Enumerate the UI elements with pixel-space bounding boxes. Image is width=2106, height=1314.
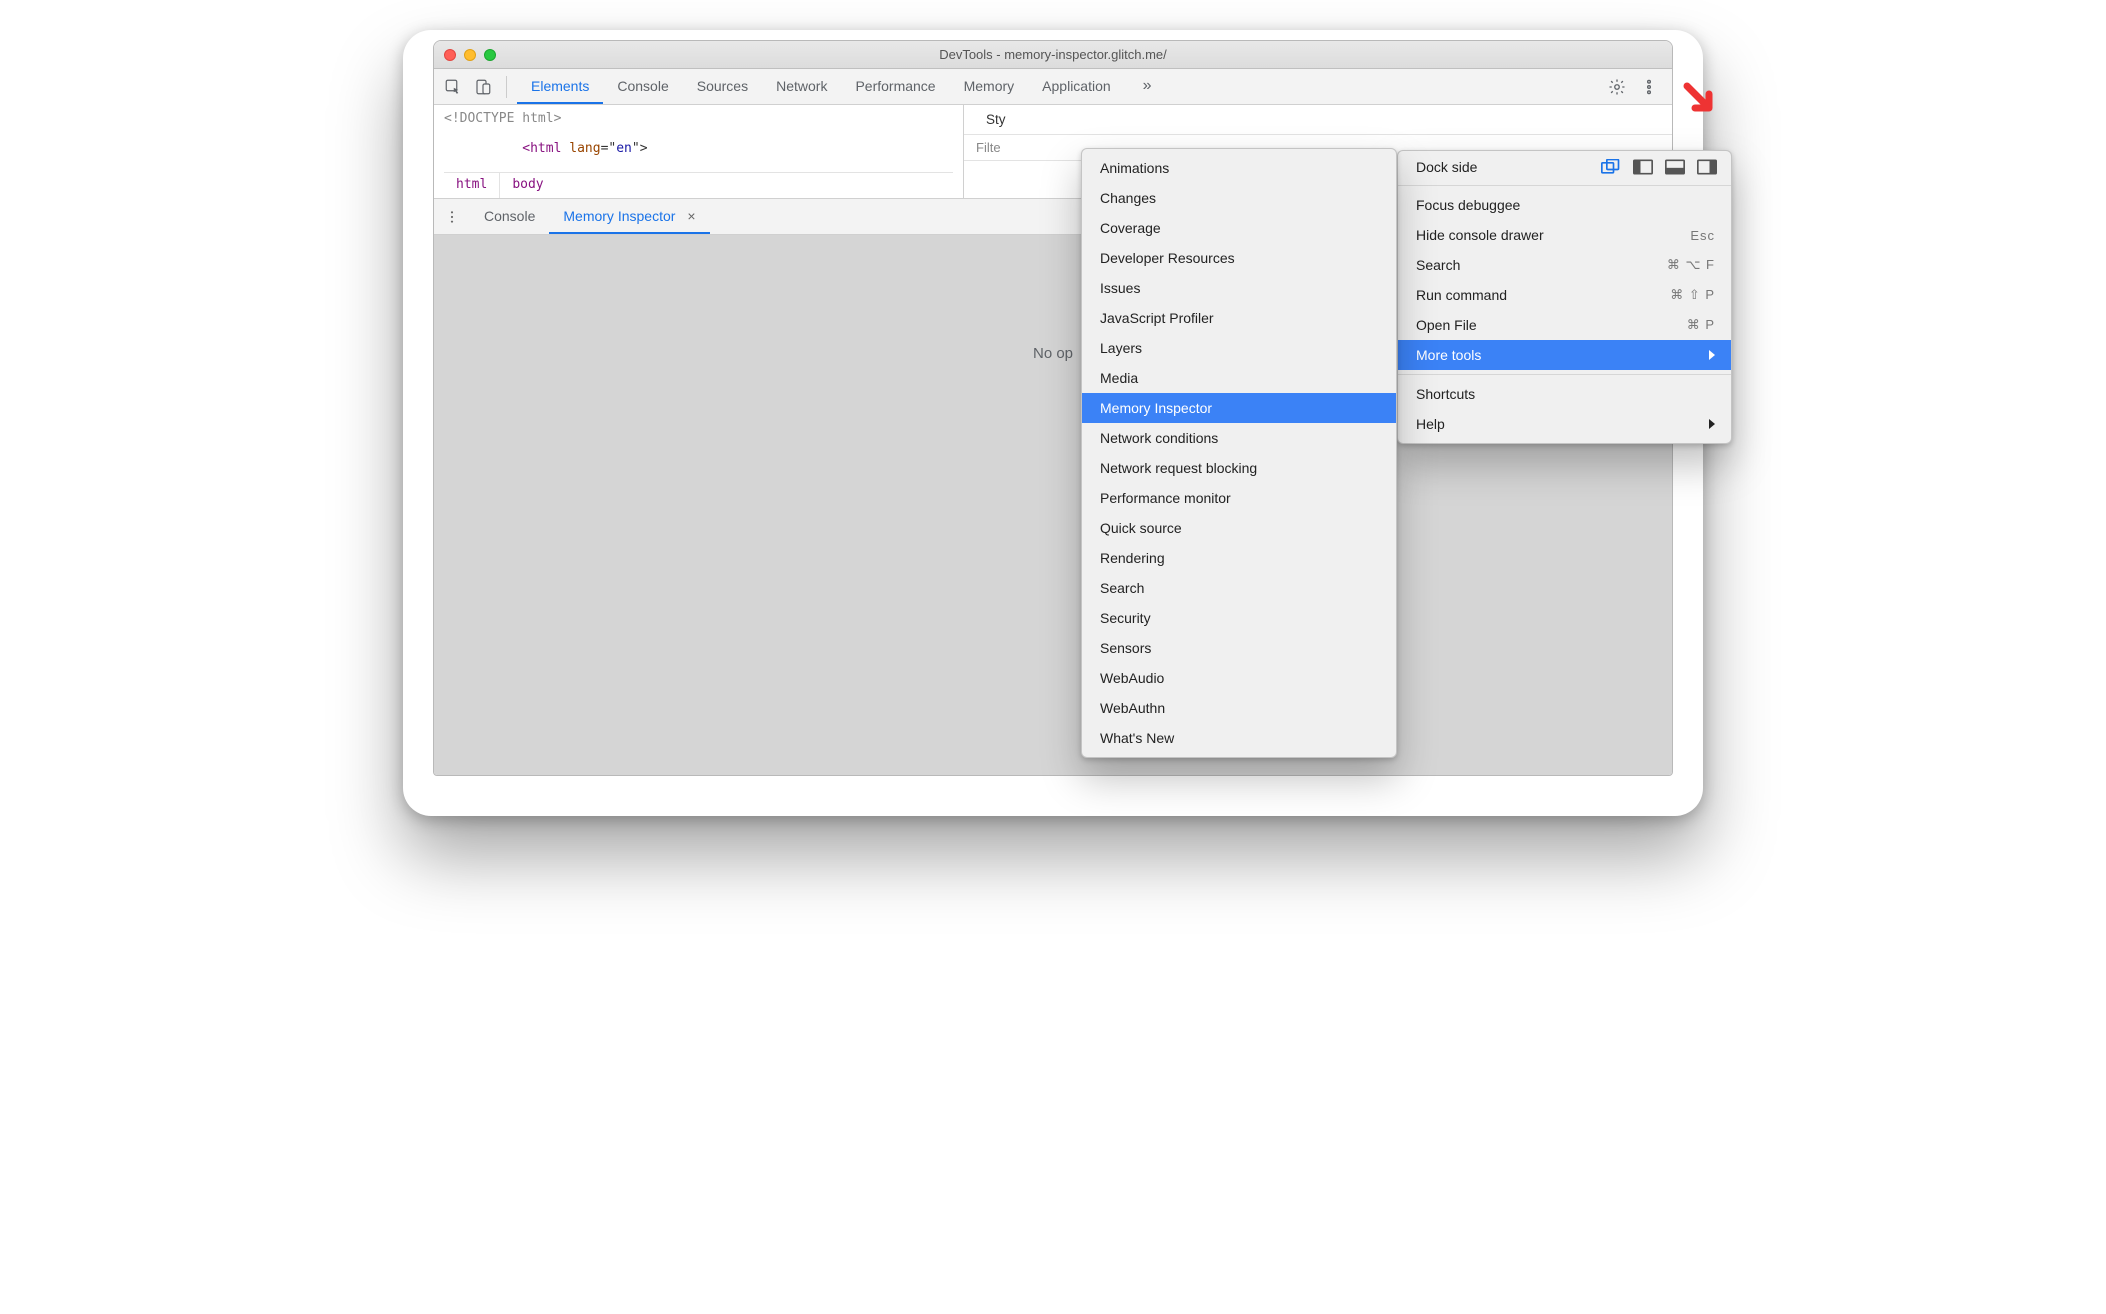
submenu-item-network-request-blocking[interactable]: Network request blocking [1082, 453, 1396, 483]
submenu-item-developer-resources[interactable]: Developer Resources [1082, 243, 1396, 273]
toolbar-divider [506, 76, 507, 98]
panel-tabs: ElementsConsoleSourcesNetworkPerformance… [517, 69, 1125, 104]
submenu-item-media[interactable]: Media [1082, 363, 1396, 393]
styles-tabstrip: Sty [964, 105, 1672, 135]
dock-bottom-icon[interactable] [1665, 159, 1685, 175]
dom-doctype: <!DOCTYPE html> [444, 111, 561, 126]
submenu-item-security[interactable]: Security [1082, 603, 1396, 633]
menu-item-shortcuts[interactable]: Shortcuts [1398, 379, 1731, 409]
annotation-arrow-icon [1681, 80, 1721, 123]
panel-tab-console[interactable]: Console [603, 69, 682, 104]
breadcrumb-html[interactable]: html [444, 173, 499, 198]
panel-tab-performance[interactable]: Performance [841, 69, 949, 104]
menu-separator [1398, 185, 1731, 186]
panel-tab-elements[interactable]: Elements [517, 69, 603, 104]
zoom-window-button[interactable] [484, 49, 496, 61]
dom-breadcrumbs: htmlbody [444, 172, 953, 198]
submenu-item-coverage[interactable]: Coverage [1082, 213, 1396, 243]
submenu-item-webaudio[interactable]: WebAudio [1082, 663, 1396, 693]
main-menu: Dock side Focus debuggee Hide console dr… [1397, 150, 1732, 444]
drawer-tab-memory-inspector[interactable]: Memory Inspector× [549, 199, 709, 234]
dock-undock-icon[interactable] [1601, 159, 1621, 175]
titlebar: DevTools - memory-inspector.glitch.me/ [434, 41, 1672, 69]
menu-item-run-command[interactable]: Run command⌘ ⇧ P [1398, 280, 1731, 310]
submenu-arrow-icon [1709, 347, 1715, 363]
menu-item-search[interactable]: Search⌘ ⌥ F [1398, 250, 1731, 280]
menu-separator [1398, 374, 1731, 375]
panel-tab-network[interactable]: Network [762, 69, 841, 104]
submenu-item-search[interactable]: Search [1082, 573, 1396, 603]
submenu-item-changes[interactable]: Changes [1082, 183, 1396, 213]
drawer-menu-icon[interactable] [442, 209, 462, 225]
minimize-window-button[interactable] [464, 49, 476, 61]
panel-tab-memory[interactable]: Memory [950, 69, 1029, 104]
submenu-item-quick-source[interactable]: Quick source [1082, 513, 1396, 543]
dock-right-icon[interactable] [1697, 159, 1717, 175]
submenu-item-what-s-new[interactable]: What's New [1082, 723, 1396, 753]
close-icon[interactable]: × [687, 208, 695, 224]
panel-tab-application[interactable]: Application [1028, 69, 1125, 104]
menu-item-help[interactable]: Help [1398, 409, 1731, 439]
submenu-item-performance-monitor[interactable]: Performance monitor [1082, 483, 1396, 513]
drawer-tab-console[interactable]: Console [470, 199, 549, 234]
panel-tab-sources[interactable]: Sources [683, 69, 762, 104]
submenu-item-sensors[interactable]: Sensors [1082, 633, 1396, 663]
menu-item-focus-debuggee[interactable]: Focus debuggee [1398, 190, 1731, 220]
settings-gear-icon[interactable] [1604, 74, 1630, 100]
submenu-item-webauthn[interactable]: WebAuthn [1082, 693, 1396, 723]
traffic-lights [444, 49, 496, 61]
dock-side-row: Dock side [1398, 155, 1731, 181]
more-tools-submenu: AnimationsChangesCoverageDeveloper Resou… [1081, 148, 1397, 758]
submenu-item-layers[interactable]: Layers [1082, 333, 1396, 363]
drawer-empty-text: No op [1033, 345, 1073, 362]
submenu-item-javascript-profiler[interactable]: JavaScript Profiler [1082, 303, 1396, 333]
close-window-button[interactable] [444, 49, 456, 61]
submenu-arrow-icon [1709, 416, 1715, 432]
menu-item-hide-console-drawer[interactable]: Hide console drawerEsc [1398, 220, 1731, 250]
device-toolbar-icon[interactable] [470, 74, 496, 100]
dom-tree[interactable]: <!DOCTYPE html> <html lang="en"> htmlbod… [434, 105, 964, 198]
main-toolbar: ElementsConsoleSourcesNetworkPerformance… [434, 69, 1672, 105]
dock-side-label: Dock side [1416, 159, 1477, 175]
submenu-item-memory-inspector[interactable]: Memory Inspector [1082, 393, 1396, 423]
kebab-menu-icon[interactable] [1636, 74, 1662, 100]
submenu-item-issues[interactable]: Issues [1082, 273, 1396, 303]
menu-item-open-file[interactable]: Open File⌘ P [1398, 310, 1731, 340]
submenu-item-network-conditions[interactable]: Network conditions [1082, 423, 1396, 453]
window-title: DevTools - memory-inspector.glitch.me/ [434, 47, 1672, 62]
submenu-item-rendering[interactable]: Rendering [1082, 543, 1396, 573]
inspect-element-icon[interactable] [440, 74, 466, 100]
breadcrumb-body[interactable]: body [499, 173, 555, 198]
menu-item-more-tools[interactable]: More tools [1398, 340, 1731, 370]
dock-left-icon[interactable] [1633, 159, 1653, 175]
styles-tab[interactable]: Sty [976, 105, 1016, 134]
submenu-item-animations[interactable]: Animations [1082, 153, 1396, 183]
overflow-tabs-button[interactable]: » [1129, 69, 1166, 104]
